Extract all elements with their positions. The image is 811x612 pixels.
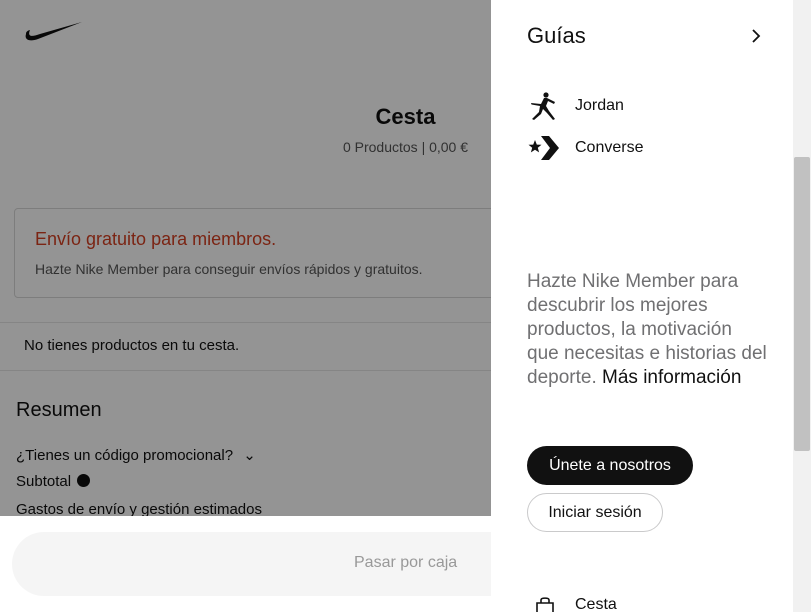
scrollbar-thumb[interactable]: [794, 157, 810, 451]
bag-link[interactable]: Cesta: [527, 594, 727, 612]
brand-link-jordan[interactable]: Jordan: [527, 90, 757, 122]
bag-label: Cesta: [575, 596, 617, 612]
member-promo-text: Hazte Nike Member para descubrir los mej…: [527, 270, 767, 390]
converse-star-chevron-icon: [528, 136, 559, 160]
shopping-bag-icon: [536, 597, 554, 612]
brand-link-converse[interactable]: Converse: [527, 132, 757, 164]
guides-link[interactable]: Guías: [527, 22, 763, 52]
join-button[interactable]: Únete a nosotros: [527, 446, 693, 485]
brand-label: Converse: [575, 139, 644, 156]
login-button[interactable]: Iniciar sesión: [527, 493, 663, 532]
guides-label: Guías: [527, 23, 586, 48]
chevron-right-icon: [752, 29, 761, 43]
more-info-link[interactable]: Más información: [602, 367, 741, 388]
jordan-jumpman-icon: [531, 92, 555, 120]
brand-label: Jordan: [575, 97, 624, 114]
side-drawer: Guías Jordan Converse Hazte Nike Member …: [491, 0, 811, 612]
